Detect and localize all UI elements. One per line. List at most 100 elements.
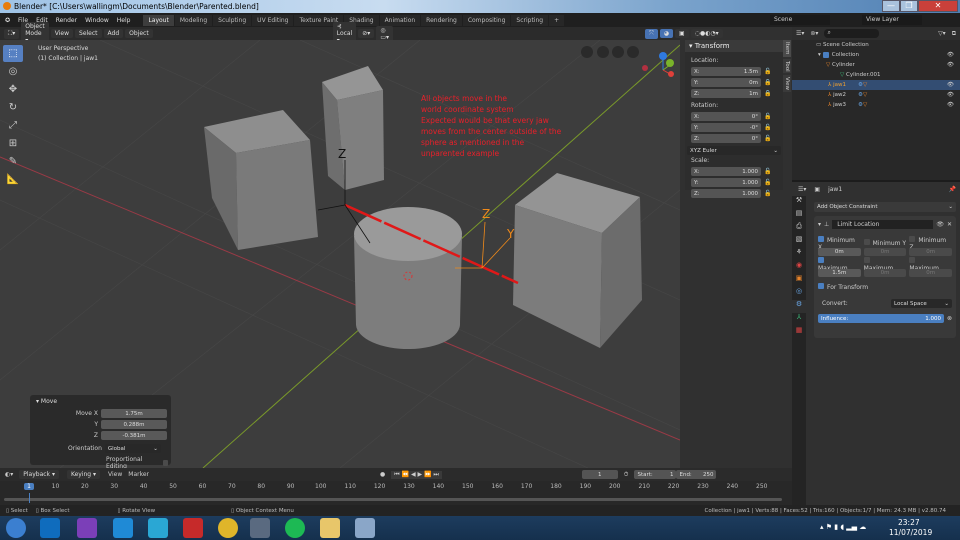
scene-selector[interactable]: Scene xyxy=(770,15,830,25)
minimum-y-value[interactable]: 0m xyxy=(863,248,907,256)
maximum-x-value[interactable]: 1.5m xyxy=(818,269,861,277)
lock-icon[interactable]: 🔒 xyxy=(764,79,772,86)
scale-y-field[interactable]: Y: 1.000 xyxy=(691,178,761,187)
menu-add[interactable]: Add xyxy=(103,29,124,38)
orientation-dropdown[interactable]: Global ⌄ xyxy=(104,444,161,453)
maximize-button[interactable]: ❐ xyxy=(900,0,918,12)
chrome-icon[interactable] xyxy=(218,518,238,538)
modifiers-tab-icon[interactable]: ◎ xyxy=(792,287,806,300)
add-constraint-dropdown[interactable]: Add Object Constraint ⌄ xyxy=(814,202,956,212)
influence-slider[interactable]: Influence: 1.000 xyxy=(818,314,944,323)
editor-type-icon[interactable]: ◐▾ xyxy=(5,471,13,478)
outliner-row-jaw1[interactable]: ⅄ jaw1 ⚙ ▽ 👁 xyxy=(792,80,960,90)
unlock-icon[interactable]: 🔓 xyxy=(764,168,772,175)
editor-type-icon[interactable]: ☰▾ xyxy=(798,186,806,193)
for-transform-checkbox[interactable]: For Transform xyxy=(818,283,952,291)
outliner-row-scene-collection[interactable]: ▭ Scene Collection xyxy=(792,40,960,50)
menu-help[interactable]: Help xyxy=(117,17,131,24)
outliner-row-collection[interactable]: ▾ Collection 👁 xyxy=(792,50,960,60)
app-icon[interactable] xyxy=(148,518,168,538)
lock-icon[interactable]: 🔒 xyxy=(764,90,772,97)
playhead[interactable] xyxy=(29,493,30,503)
timeline-scrollbar[interactable] xyxy=(4,498,782,501)
outliner-row-jaw2[interactable]: ⅄ jaw2 ⚙ ▽ 👁 xyxy=(792,90,960,100)
move-panel-header[interactable]: ▾ Move xyxy=(30,395,171,408)
record-button[interactable]: ● xyxy=(380,471,385,478)
move-tool-icon[interactable]: ✥ xyxy=(3,81,23,98)
stopwatch-icon[interactable]: ⏱ xyxy=(624,471,629,479)
move-z-field[interactable]: -0.381m xyxy=(101,431,167,440)
tab-sculpting[interactable]: Sculpting xyxy=(213,14,252,26)
menu-select[interactable]: Select xyxy=(75,29,102,38)
xray-icon[interactable]: ▣ xyxy=(675,29,689,38)
minimum-z-value[interactable]: 0m xyxy=(909,248,953,256)
menu-marker[interactable]: Marker xyxy=(128,471,149,478)
playback-controls[interactable]: ⏮ ⏪ ◀ ▶ ⏩ ⏭ xyxy=(391,470,442,479)
view-layer-tab-icon[interactable]: ▧ xyxy=(792,235,806,248)
vscode-icon[interactable] xyxy=(113,518,133,538)
menu-keying[interactable]: Keying ▾ xyxy=(66,470,101,479)
eye-icon[interactable]: 👁 xyxy=(947,82,954,88)
maximum-y-value[interactable]: 0m xyxy=(863,269,907,277)
scale-tool-icon[interactable]: ⤢ xyxy=(3,117,23,134)
system-tray-icons[interactable]: ▴ ⚑ ▮ ◖ ▂▄ ☁ xyxy=(820,523,866,531)
object-tab-icon[interactable]: ▣ xyxy=(792,274,806,287)
rotation-mode-dropdown[interactable]: XYZ Euler ⌄ xyxy=(687,146,781,155)
eye-icon[interactable]: 👁 xyxy=(947,102,954,108)
overlay-toggle-icon[interactable]: ◕ xyxy=(659,29,674,38)
minimum-x-value[interactable]: 0m xyxy=(818,248,861,256)
transform-header[interactable]: ▾ Transform xyxy=(685,40,783,52)
unlock-icon[interactable]: 🔓 xyxy=(764,113,772,120)
new-collection-icon[interactable]: ⧉ xyxy=(952,30,956,38)
rotation-z-field[interactable]: Z: 0° xyxy=(691,134,761,143)
collapse-icon[interactable]: ▾ xyxy=(818,221,821,228)
outliner-row-jaw3[interactable]: ⅄ jaw3 ⚙ ▽ 👁 xyxy=(792,100,960,110)
material-tab-icon[interactable]: ▦ xyxy=(792,326,806,339)
disable-keep-transform-icon[interactable]: ⊗ xyxy=(947,315,952,322)
clock-date[interactable]: 11/07/2019 xyxy=(889,528,932,537)
tool-tab-icon[interactable]: ⚒ xyxy=(792,196,806,209)
outliner-search-input[interactable]: ⌕ xyxy=(824,29,880,38)
location-z-field[interactable]: Z: 1m xyxy=(691,89,761,98)
tab-item[interactable]: Item xyxy=(783,40,791,57)
eye-icon[interactable]: 👁 xyxy=(936,221,944,228)
tab-view[interactable]: View xyxy=(783,75,791,93)
shading-modes-icon[interactable]: ◌●◐◔▾ xyxy=(690,29,723,38)
tab-layout[interactable]: Layout xyxy=(143,14,174,26)
file-explorer-icon[interactable] xyxy=(320,518,340,538)
collection-checkbox[interactable] xyxy=(822,52,829,58)
view-layer-selector[interactable]: View Layer xyxy=(862,15,922,25)
menu-view[interactable]: View xyxy=(50,29,74,38)
tab-compositing[interactable]: Compositing xyxy=(462,14,511,26)
rotation-x-field[interactable]: X: 0° xyxy=(691,112,761,121)
current-frame-field[interactable]: 1 xyxy=(581,470,618,479)
move-x-field[interactable]: 1.75m xyxy=(101,409,167,418)
display-mode-icon[interactable]: ☰▾ xyxy=(796,30,804,37)
minimize-button[interactable]: — xyxy=(882,0,900,12)
tab-tool[interactable]: Tool xyxy=(783,58,791,74)
paint-icon[interactable] xyxy=(355,518,375,538)
menu-window[interactable]: Window xyxy=(85,17,109,24)
add-workspace-button[interactable]: + xyxy=(549,14,565,26)
filter-icon[interactable]: ⊚▾ xyxy=(810,30,818,37)
rotate-tool-icon[interactable]: ↻ xyxy=(3,99,23,116)
funnel-icon[interactable]: ▽▾ xyxy=(938,30,946,37)
unlock-icon[interactable]: 🔓 xyxy=(764,135,772,142)
render-tab-icon[interactable]: ▤ xyxy=(792,209,806,222)
snap-icon[interactable]: ⊘▾ xyxy=(358,29,375,38)
scene-tab-icon[interactable]: ⚘ xyxy=(792,248,806,261)
proportional-editing-checkbox[interactable] xyxy=(162,460,168,466)
clock-time[interactable]: 23:27 xyxy=(898,518,920,527)
eye-icon[interactable]: 👁 xyxy=(947,92,954,98)
scale-z-field[interactable]: Z: 1.000 xyxy=(691,189,761,198)
scale-x-field[interactable]: X: 1.000 xyxy=(691,167,761,176)
outlook-icon[interactable] xyxy=(40,518,60,538)
close-button[interactable]: ✕ xyxy=(918,0,958,12)
menu-view[interactable]: View xyxy=(108,471,122,478)
constraint-name-input[interactable]: Limit Location xyxy=(832,220,934,229)
outliner-row-cylinder-001[interactable]: ▽ Cylinder.001 xyxy=(792,70,960,80)
location-y-field[interactable]: Y: 0m xyxy=(691,78,761,87)
solidworks-icon[interactable] xyxy=(183,518,203,538)
tab-animation[interactable]: Animation xyxy=(379,14,421,26)
minimum-y-checkbox[interactable]: Minimum Y xyxy=(863,239,907,247)
